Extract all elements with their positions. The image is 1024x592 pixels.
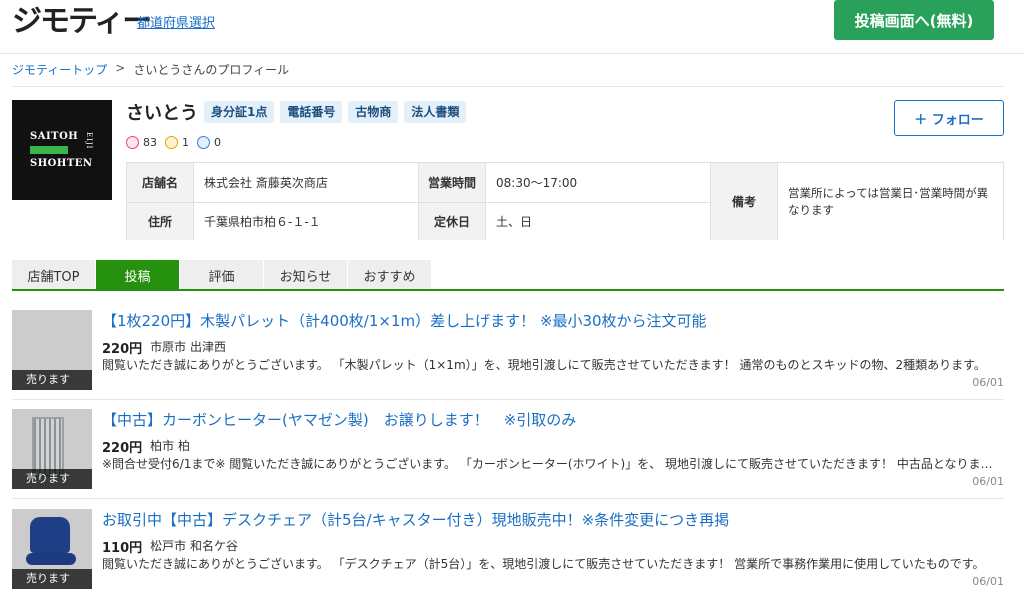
profile-tabs: 店舗TOP 投稿 評価 お知らせ おすすめ — [12, 260, 432, 290]
listing-location: 市原市 出津西 — [150, 340, 226, 354]
badge-antique-dealer: 古物商 — [348, 101, 399, 123]
breadcrumb-separator: > — [115, 61, 126, 75]
shop-name-label: 店舗名 — [127, 163, 193, 202]
note-value: 営業所によっては営業日･営業時間が異なります — [778, 163, 1003, 240]
listing-divider — [12, 399, 1004, 400]
divider — [12, 86, 1004, 87]
table-divider — [418, 163, 419, 240]
rating-neutral-count: 1 — [182, 136, 189, 149]
shop-logo-side-text: EIJI — [85, 132, 93, 150]
shop-logo-green-bar — [30, 146, 68, 154]
rating-good-count: 83 — [143, 136, 157, 149]
listing-title[interactable]: お取引中【中古】デスクチェア（計5台/キャスター付き）現地販売中！※条件変更につ… — [102, 509, 729, 530]
listing-description: 閲覧いただき誠にありがとうございます。 「デスクチェア（計5台）」を、現地引渡し… — [102, 557, 985, 571]
badge-id: 身分証1点 — [204, 101, 275, 123]
listing-meta: 220円 柏市 柏 — [102, 437, 190, 456]
shop-name-value: 株式会社 斎藤英次商店 — [194, 163, 418, 202]
neutral-face-icon — [165, 136, 178, 149]
follow-button[interactable]: ＋ フォロー — [894, 100, 1004, 136]
listing-price: 220円 — [102, 441, 143, 456]
table-divider — [485, 163, 486, 240]
listing-type-tag: 売ります — [12, 370, 92, 390]
listing-type-tag: 売ります — [12, 469, 92, 489]
listing-title[interactable]: 【中古】カーボンヒーター(ヤマゼン製) お譲りします！ ※引取のみ — [102, 409, 576, 430]
listing-item[interactable]: 売ります 【1枚220円】木製パレット（計400枚/1×1m）差し上げます！ ※… — [12, 310, 1004, 402]
good-face-icon — [126, 136, 139, 149]
breadcrumb: ジモティートップ > さいとうさんのプロフィール — [12, 61, 289, 78]
shop-info-table: 店舗名 株式会社 斎藤英次商店 営業時間 08:30〜17:00 住所 千葉県柏… — [126, 162, 1004, 240]
tab-news[interactable]: お知らせ — [264, 260, 348, 290]
tab-reviews[interactable]: 評価 — [180, 260, 264, 290]
listing-item[interactable]: 売ります 【中古】カーボンヒーター(ヤマゼン製) お譲りします！ ※引取のみ 2… — [12, 409, 1004, 501]
site-header: ジモティー 都道府県選択 投稿画面へ(無料) — [0, 0, 1024, 54]
listing-meta: 220円 市原市 出津西 — [102, 338, 226, 357]
badge-corporate-docs: 法人書類 — [404, 101, 467, 123]
address-value: 千葉県柏市柏６-１-１ — [194, 203, 418, 240]
listing-meta: 110円 松戸市 和名ケ谷 — [102, 537, 238, 556]
address-label: 住所 — [127, 203, 193, 240]
post-listing-button[interactable]: 投稿画面へ(無料) — [834, 0, 994, 40]
listing-type-tag: 売ります — [12, 569, 92, 589]
listing-item[interactable]: 売ります お取引中【中古】デスクチェア（計5台/キャスター付き）現地販売中！※条… — [12, 509, 1004, 592]
rating-summary[interactable]: 83 1 0 — [126, 136, 225, 149]
hours-label: 営業時間 — [419, 163, 485, 202]
listing-date: 06/01 — [972, 575, 1004, 588]
listing-location: 柏市 柏 — [150, 439, 190, 453]
chair-base-shape — [26, 553, 76, 565]
table-divider — [777, 163, 778, 240]
listing-description: 閲覧いただき誠にありがとうございます。 「木製パレット（1×1m）」を、現地引渡… — [102, 358, 986, 372]
badge-phone: 電話番号 — [280, 101, 343, 123]
listing-date: 06/01 — [972, 475, 1004, 488]
bad-face-icon — [197, 136, 210, 149]
chair-seat-shape — [30, 517, 70, 553]
site-logo[interactable]: ジモティー — [12, 4, 152, 40]
tab-posts[interactable]: 投稿 — [96, 260, 180, 290]
closed-days-value: 土、日 — [486, 203, 710, 240]
listing-thumbnail[interactable]: 売ります — [12, 409, 92, 489]
table-divider — [710, 163, 711, 240]
listing-thumbnail[interactable]: 売ります — [12, 509, 92, 589]
prefecture-select-link[interactable]: 都道府県選択 — [137, 12, 215, 31]
tab-shop-top[interactable]: 店舗TOP — [12, 260, 96, 290]
listing-price: 110円 — [102, 541, 143, 556]
rating-bad-count: 0 — [214, 136, 221, 149]
listing-price: 220円 — [102, 342, 143, 357]
user-name: さいとう — [126, 103, 198, 124]
note-label: 備考 — [711, 163, 777, 240]
tab-recommended[interactable]: おすすめ — [348, 260, 432, 290]
closed-days-label: 定休日 — [419, 203, 485, 240]
shop-logo-text-top: SAITOH — [30, 131, 79, 142]
hours-value: 08:30〜17:00 — [486, 163, 710, 202]
table-divider — [127, 202, 711, 203]
breadcrumb-current: さいとうさんのプロフィール — [133, 63, 290, 77]
verification-badges: 身分証1点 電話番号 古物商 法人書類 — [204, 101, 467, 123]
tabs-underline — [12, 289, 1004, 291]
table-divider — [193, 163, 194, 240]
breadcrumb-top-link[interactable]: ジモティートップ — [12, 61, 107, 78]
listing-title[interactable]: 【1枚220円】木製パレット（計400枚/1×1m）差し上げます！ ※最小30枚… — [102, 310, 707, 331]
listing-thumbnail[interactable]: 売ります — [12, 310, 92, 390]
listing-location: 松戸市 和名ケ谷 — [150, 539, 238, 553]
listing-description: ※問合せ受付6/1まで※ 閲覧いただき誠にありがとうございます。 「カーボンヒー… — [102, 457, 1002, 471]
listing-divider — [12, 498, 1004, 499]
listing-date: 06/01 — [972, 376, 1004, 389]
heater-grill-shape — [32, 417, 64, 477]
shop-logo-text-bottom: SHOHTEN — [30, 158, 93, 169]
shop-logo-image: SAITOH SHOHTEN EIJI — [12, 100, 112, 200]
